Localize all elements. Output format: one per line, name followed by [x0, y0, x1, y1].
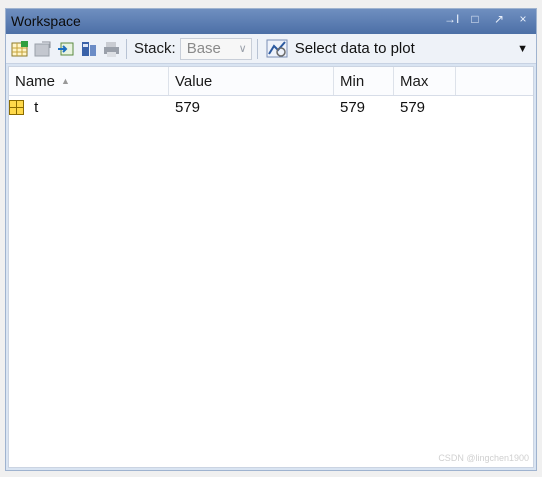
variable-max-cell: 579: [400, 98, 426, 116]
dropdown-arrow-icon: ▼: [517, 42, 528, 55]
save-workspace-icon[interactable]: [80, 40, 98, 58]
chevron-down-icon: ∨: [238, 43, 247, 55]
workspace-table: Name ▲ Value Min Max t 579 579 579 CSDN …: [8, 66, 534, 468]
close-icon[interactable]: ×: [516, 12, 530, 26]
column-header-value[interactable]: Value: [169, 67, 334, 95]
open-variable-icon[interactable]: [34, 40, 52, 58]
minimize-icon[interactable]: ↗: [492, 12, 506, 26]
table-row[interactable]: t 579 579 579: [9, 96, 533, 118]
sort-ascending-icon: ▲: [61, 76, 70, 86]
table-header: Name ▲ Value Min Max: [9, 67, 533, 96]
stack-value: Base: [186, 40, 221, 57]
plot-selector-label: Select data to plot: [294, 40, 415, 57]
window-controls: →I □ ↗ ×: [444, 12, 530, 26]
window-title: Workspace: [11, 13, 81, 29]
stack-dropdown[interactable]: Base ∨: [179, 37, 252, 60]
print-icon[interactable]: [103, 40, 121, 58]
matrix-variable-icon: [9, 100, 24, 116]
title-bar[interactable]: Workspace →I □ ↗ ×: [6, 9, 536, 34]
toolbar: Stack: Base ∨ Select data to plot ▼: [6, 34, 536, 64]
variable-value-cell: 579: [175, 98, 201, 116]
undock-icon[interactable]: →I: [444, 12, 459, 26]
maximize-icon[interactable]: □: [468, 12, 482, 26]
toolbar-separator: [126, 38, 127, 59]
watermark: CSDN @lingchen1900: [438, 453, 529, 463]
stack-label: Stack:: [134, 40, 176, 57]
column-header-min[interactable]: Min: [334, 67, 394, 95]
plot-chart-icon: [266, 39, 288, 57]
plot-selector[interactable]: Select data to plot ▼: [265, 37, 528, 61]
load-data-icon[interactable]: [57, 40, 75, 58]
variable-min-cell: 579: [340, 98, 366, 116]
column-header-max[interactable]: Max: [394, 67, 456, 95]
variable-name-cell: t: [9, 99, 169, 116]
workspace-window: Workspace →I □ ↗ × Stack: Base ∨ Select …: [5, 8, 537, 471]
toolbar-separator-2: [256, 38, 258, 59]
new-variable-icon[interactable]: [11, 40, 29, 58]
column-header-name[interactable]: Name ▲: [9, 67, 169, 95]
